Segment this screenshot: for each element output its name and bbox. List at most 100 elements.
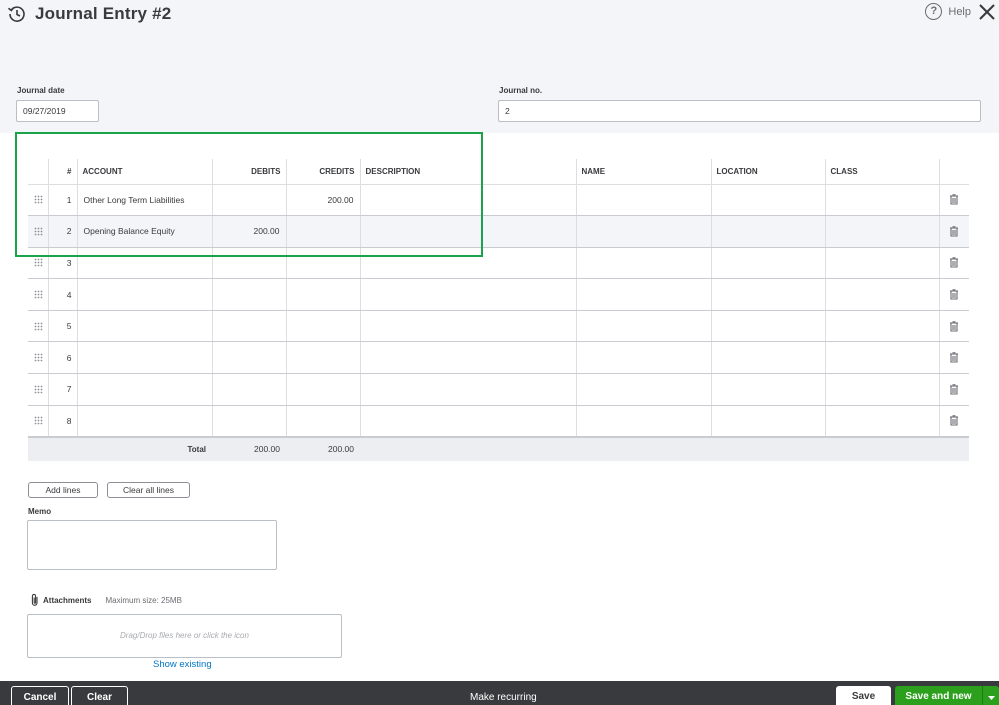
cell-class[interactable] (824, 247, 939, 280)
cell-description[interactable] (359, 310, 576, 343)
drag-handle[interactable] (28, 373, 48, 406)
attachments-dropzone[interactable]: Drag/Drop files here or click the icon (27, 614, 342, 658)
drag-handle[interactable] (28, 310, 48, 343)
drag-handle[interactable] (28, 247, 48, 280)
cell-account[interactable] (76, 247, 212, 280)
cell-name[interactable] (575, 247, 711, 280)
cancel-button[interactable]: Cancel (11, 686, 69, 705)
cell-credits[interactable]: 200.00 (285, 184, 360, 217)
delete-row[interactable] (938, 215, 969, 248)
cell-debits[interactable] (211, 310, 286, 343)
delete-row[interactable] (938, 310, 969, 343)
cell-debits[interactable] (211, 405, 286, 438)
close-icon[interactable] (977, 0, 997, 24)
cell-name[interactable] (575, 373, 711, 406)
cell-debits[interactable]: 200.00 (211, 215, 286, 248)
cell-name[interactable] (575, 310, 711, 343)
cell-account[interactable] (76, 310, 212, 343)
add-lines-button[interactable]: Add lines (28, 482, 98, 498)
cell-description[interactable] (359, 215, 576, 248)
cell-debits[interactable] (211, 341, 286, 375)
cell-debits[interactable] (211, 247, 286, 280)
save-options-dropdown[interactable] (982, 686, 999, 705)
table-row[interactable]: 5 (28, 310, 969, 343)
cell-account[interactable] (76, 341, 212, 375)
history-icon[interactable] (7, 4, 27, 24)
cell-location[interactable] (710, 184, 825, 217)
cell-name[interactable] (575, 184, 711, 217)
cell-account[interactable] (76, 405, 212, 438)
cell-class[interactable] (824, 405, 939, 438)
show-existing-link[interactable]: Show existing (153, 659, 212, 670)
cell-credits[interactable] (285, 310, 360, 343)
delete-row[interactable] (938, 405, 969, 438)
table-row[interactable]: 2 Opening Balance Equity 200.00 (28, 215, 969, 248)
cell-account[interactable] (76, 278, 212, 311)
cell-credits[interactable] (285, 215, 360, 248)
row-number: 7 (47, 373, 77, 406)
delete-row[interactable] (938, 184, 969, 217)
cell-description[interactable] (359, 184, 576, 217)
cell-credits[interactable] (285, 373, 360, 406)
journal-date-input[interactable]: 09/27/2019 (16, 100, 99, 122)
cell-class[interactable] (824, 310, 939, 343)
total-label: Total (28, 435, 212, 461)
paperclip-icon[interactable] (30, 593, 40, 607)
cell-description[interactable] (359, 341, 576, 375)
trash-icon (950, 415, 959, 426)
cell-credits[interactable] (285, 341, 360, 375)
cell-credits[interactable] (285, 405, 360, 438)
cell-description[interactable] (359, 373, 576, 406)
cell-description[interactable] (359, 405, 576, 438)
table-row[interactable]: 8 (28, 405, 969, 438)
drag-handle[interactable] (28, 341, 48, 375)
cell-account[interactable]: Opening Balance Equity (76, 215, 212, 248)
delete-row[interactable] (938, 278, 969, 311)
cell-debits[interactable] (211, 373, 286, 406)
cell-description[interactable] (359, 278, 576, 311)
delete-row[interactable] (938, 373, 969, 406)
cell-class[interactable] (824, 215, 939, 248)
save-and-new-button[interactable]: Save and new (895, 686, 982, 705)
cell-class[interactable] (824, 184, 939, 217)
drag-handle[interactable] (28, 405, 48, 438)
delete-row[interactable] (938, 341, 969, 375)
drag-handle[interactable] (28, 215, 48, 248)
cell-debits[interactable] (211, 184, 286, 217)
drag-handle[interactable] (28, 278, 48, 311)
cell-name[interactable] (575, 278, 711, 311)
table-row[interactable]: 6 (28, 341, 969, 375)
cell-name[interactable] (575, 215, 711, 248)
cell-class[interactable] (824, 278, 939, 311)
cell-credits[interactable] (285, 278, 360, 311)
table-row[interactable]: 1 Other Long Term Liabilities 200.00 (28, 184, 969, 217)
clear-button[interactable]: Clear (71, 686, 128, 705)
cell-location[interactable] (710, 310, 825, 343)
table-row[interactable]: 4 (28, 278, 969, 311)
table-row[interactable]: 3 (28, 247, 969, 280)
make-recurring-link[interactable]: Make recurring (470, 692, 537, 703)
cell-name[interactable] (575, 405, 711, 438)
table-row[interactable]: 7 (28, 373, 969, 406)
save-button[interactable]: Save (836, 686, 891, 705)
cell-account[interactable] (76, 373, 212, 406)
drag-handle[interactable] (28, 184, 48, 217)
cell-account[interactable]: Other Long Term Liabilities (76, 184, 212, 217)
cell-location[interactable] (710, 278, 825, 311)
cell-class[interactable] (824, 373, 939, 406)
cell-location[interactable] (710, 341, 825, 375)
cell-location[interactable] (710, 405, 825, 438)
cell-location[interactable] (710, 247, 825, 280)
cell-description[interactable] (359, 247, 576, 280)
journal-no-input[interactable]: 2 (498, 100, 981, 122)
cell-location[interactable] (710, 373, 825, 406)
cell-name[interactable] (575, 341, 711, 375)
cell-class[interactable] (824, 341, 939, 375)
memo-textarea[interactable] (27, 520, 277, 570)
clear-all-lines-button[interactable]: Clear all lines (107, 482, 190, 498)
cell-debits[interactable] (211, 278, 286, 311)
cell-location[interactable] (710, 215, 825, 248)
help-button[interactable]: ? Help (925, 3, 971, 20)
delete-row[interactable] (938, 247, 969, 280)
cell-credits[interactable] (285, 247, 360, 280)
